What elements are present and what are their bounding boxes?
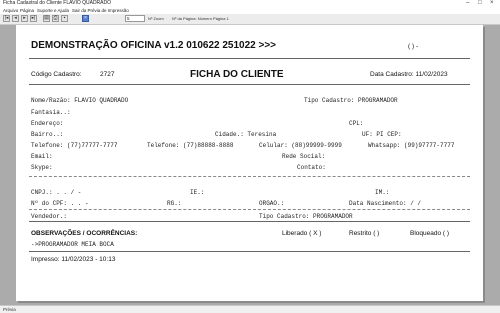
- rg-line: RG.:: [167, 200, 182, 207]
- divider: [29, 209, 470, 210]
- obs-text: ->PROGRAMADOR MEIA BOCA: [31, 241, 114, 248]
- print-icon[interactable]: ⎙: [52, 15, 59, 22]
- divider: [29, 176, 470, 177]
- nome-line: Nome/Razão: FLAVIO QUADRADO: [31, 97, 129, 104]
- code-value: 2727: [100, 71, 115, 78]
- last-page-icon[interactable]: ▸|: [30, 15, 37, 22]
- menu-suporte[interactable]: Suporte e Ajuda: [37, 7, 69, 14]
- cpf-line: Nº do CPF: . . -: [31, 200, 89, 207]
- bairro-line: Bairro..:: [31, 131, 64, 138]
- first-page-icon[interactable]: |◂: [3, 15, 10, 22]
- cidade-line: Cidade.: Teresina: [215, 131, 277, 138]
- menu-pagina[interactable]: Página: [20, 7, 34, 14]
- menu-arquivo[interactable]: Arquivo: [3, 7, 18, 14]
- divider: [29, 221, 470, 222]
- liberado-flag: Liberado ( X ): [282, 230, 322, 237]
- close-window-button[interactable]: ×: [490, 0, 494, 7]
- contato-line: Contato:: [297, 164, 326, 171]
- obs-label: OBSERVAÇÕES / OCORRÊNCIAS:: [31, 230, 138, 237]
- menu-sair-previa[interactable]: Sair da Prévia de Impressão: [72, 7, 129, 14]
- endereco-line: Endereço:: [31, 120, 64, 127]
- cnpj-line: CNPJ.: . . / -: [31, 189, 82, 196]
- report-date: Data Cadastro: 11/02/2023: [370, 71, 448, 78]
- divider: [29, 251, 470, 252]
- celular-line: Celular: (88)99999-9999: [259, 142, 342, 149]
- minimize-button[interactable]: –: [466, 0, 469, 7]
- vendedor-line: Vendedor.:: [31, 213, 68, 220]
- orgao-line: ORGAO.:: [259, 200, 285, 207]
- zoom-select[interactable]: 5: [125, 15, 145, 22]
- impresso-line: Impresso: 11/02/2023 - 10:13: [31, 256, 116, 263]
- telefone1-line: Telefone: (77)77777-7777: [31, 142, 118, 149]
- toolbar: |◂ ◂ ▸ ▸| ▤ ⎙ ▪ × 5 Nº Zoom Nº da Página…: [0, 14, 500, 25]
- report-phone: ( ) -: [408, 43, 419, 50]
- nascimento-line: Data Nascimento: / /: [349, 200, 422, 207]
- tipo-line: Tipo Cadastro: PROGRAMADOR: [304, 97, 398, 104]
- telefone2-line: Telefone: (77)88888-8888: [147, 142, 234, 149]
- bloqueado-flag: Bloqueado ( ): [410, 230, 450, 237]
- ie-line: IE.:: [190, 189, 205, 196]
- zoom-label: Nº Zoom: [148, 16, 164, 21]
- fantasia-line: Fantasia..:: [31, 109, 71, 116]
- email-line: Email:: [31, 153, 53, 160]
- prev-page-icon[interactable]: ◂: [12, 15, 19, 22]
- uf-line: UF: PI CEP:: [362, 131, 402, 138]
- window-title: Ficha Cadastral do Cliente FLAVIO QUADRA…: [3, 0, 112, 6]
- page-label: Nº da Página: Número Página 1: [172, 16, 229, 21]
- report-title: DEMONSTRAÇÃO OFICINA v1.2 010622 251022 …: [31, 40, 277, 51]
- whatsapp-line: Whatsapp: (99)97777-7777: [368, 142, 455, 149]
- report-page: DEMONSTRAÇÃO OFICINA v1.2 010622 251022 …: [16, 25, 483, 301]
- window-titlebar: Ficha Cadastral do Cliente FLAVIO QUADRA…: [0, 0, 500, 7]
- cpl-line: CPL:: [349, 120, 364, 127]
- report-heading: FICHA DO CLIENTE: [190, 69, 284, 80]
- open-icon[interactable]: ▤: [43, 15, 50, 22]
- divider: [29, 58, 470, 59]
- maximize-button[interactable]: □: [478, 0, 482, 7]
- menu-bar: Arquivo Página Suporte e Ajuda Sair da P…: [0, 7, 500, 14]
- code-label: Código Cadastro:: [31, 71, 82, 78]
- divider: [29, 84, 470, 85]
- skype-line: Skype:: [31, 164, 53, 171]
- save-icon[interactable]: ▪: [61, 15, 68, 22]
- zoom-value: 5: [127, 16, 130, 21]
- close-icon[interactable]: ×: [82, 15, 89, 22]
- tipo2-line: Tipo Cadastro: PROGRAMADOR: [259, 213, 353, 220]
- next-page-icon[interactable]: ▸: [21, 15, 28, 22]
- restrito-flag: Restrito ( ): [349, 230, 380, 237]
- im-line: IM.:: [375, 189, 390, 196]
- rede-line: Rede Social:: [282, 153, 326, 160]
